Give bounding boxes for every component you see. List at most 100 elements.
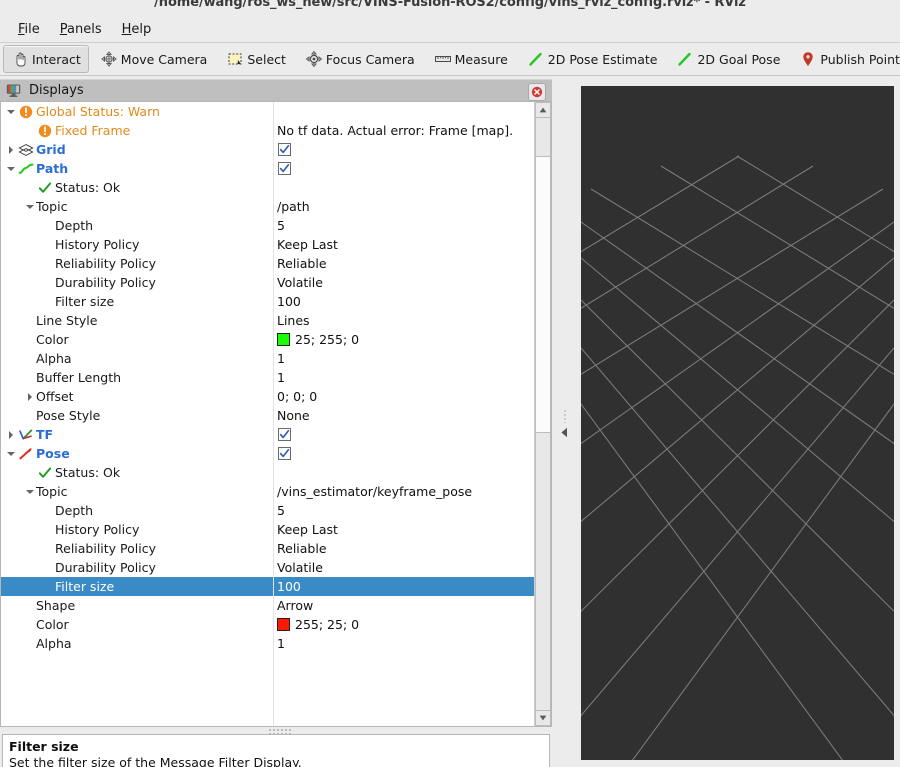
chevron-right-icon[interactable] [4,140,17,159]
tree-row[interactable]: Durability Policy Volatile [1,273,534,292]
chevron-down-icon[interactable] [4,444,17,463]
tree-row[interactable]: Buffer Length 1 [1,368,534,387]
tool-move-camera[interactable]: Move Camera [92,45,216,73]
tree-row[interactable]: Offset 0; 0; 0 [1,387,534,406]
tree-row[interactable]: Global Status: Warn [1,102,534,121]
scrollbar-track-lower[interactable] [535,433,551,710]
tree-row-value: Arrow [277,598,314,613]
tree-row-value-cell[interactable]: Reliable [273,254,534,273]
tree-row[interactable]: Color 255; 25; 0 [1,615,534,634]
tree-row[interactable]: Depth 5 [1,216,534,235]
tree-row-value-cell[interactable]: Keep Last [273,235,534,254]
tree-row[interactable]: Topic/vins_estimator/keyframe_pose [1,482,534,501]
tree-row[interactable]: Shape Arrow [1,596,534,615]
tree-row-value-cell[interactable]: 1 [273,634,534,653]
tree-row[interactable]: Status: Ok [1,178,534,197]
menu-panels[interactable]: Panels [50,20,112,39]
tree-row[interactable]: History Policy Keep Last [1,520,534,539]
chevron-right-icon[interactable] [4,425,17,444]
tree-row-value-cell[interactable]: Keep Last [273,520,534,539]
tree-row-value-cell[interactable]: 255; 25; 0 [273,615,534,634]
tree-row-value-cell[interactable] [273,102,534,121]
tree-vertical-scrollbar[interactable] [534,102,551,726]
tree-row-value-cell[interactable] [273,425,534,444]
tree-row-value-cell[interactable] [273,463,534,482]
tool-2d-goal-pose[interactable]: 2D Goal Pose [668,45,788,73]
scroll-up-button[interactable] [535,102,551,118]
tree-row[interactable]: Line Style Lines [1,311,534,330]
scrollbar-thumb[interactable] [535,156,551,433]
tool-interact[interactable]: Interact [3,45,89,73]
tree-row-value-cell[interactable]: Volatile [273,273,534,292]
tree-row-value-cell[interactable]: /path [273,197,534,216]
chevron-down-icon[interactable] [23,197,36,216]
tree-row[interactable]: Topic/path [1,197,534,216]
tree-row[interactable]: TF [1,425,534,444]
tree-row-value-cell[interactable] [273,444,534,463]
tree-row-value-cell[interactable]: 0; 0; 0 [273,387,534,406]
tree-row[interactable]: History Policy Keep Last [1,235,534,254]
tree-row-value-cell[interactable]: 25; 255; 0 [273,330,534,349]
tree-row-value-cell[interactable]: Volatile [273,558,534,577]
tree-row[interactable]: Pose Style None [1,406,534,425]
tree-row[interactable]: Color 25; 255; 0 [1,330,534,349]
tree-row-value-cell[interactable]: 100 [273,577,534,596]
color-value[interactable]: 25; 255; 0 [277,332,359,347]
tree-row[interactable]: Reliability Policy Reliable [1,254,534,273]
tree-row-value-cell[interactable]: 100 [273,292,534,311]
tree-row[interactable]: Status: Ok [1,463,534,482]
scrollbar-track-upper[interactable] [535,118,551,156]
tree-row[interactable]: Fixed Frame No tf data. Actual error: Fra… [1,121,534,140]
tree-row[interactable]: Depth 5 [1,501,534,520]
scroll-down-button[interactable] [535,710,551,726]
tree-row-value-cell[interactable] [273,178,534,197]
tree-row[interactable]: Alpha 1 [1,349,534,368]
enable-checkbox[interactable] [278,143,291,156]
tree-row-value-cell[interactable]: Arrow [273,596,534,615]
chevron-down-icon[interactable] [4,159,17,178]
displays-property-tree[interactable]: Global Status: Warn Fixed Frame No tf data… [0,101,552,727]
tree-row-value-cell[interactable]: 1 [273,368,534,387]
chevron-down-icon[interactable] [23,482,36,501]
tree-row-value-cell[interactable]: 1 [273,349,534,368]
enable-checkbox[interactable] [278,428,291,441]
menu-file[interactable]: File [8,20,50,39]
vertical-splitter-handle[interactable] [554,405,574,445]
menu-help[interactable]: Help [112,20,162,39]
close-icon[interactable] [528,83,546,101]
tree-row[interactable]: Filter size 100 [1,577,534,596]
tree-row-value-cell[interactable] [273,140,534,159]
tool-select[interactable]: Select [218,45,294,73]
tree-row-value-cell[interactable]: Reliable [273,539,534,558]
tool-2d-pose-estimate[interactable]: 2D Pose Estimate [519,45,666,73]
enable-checkbox[interactable] [278,447,291,460]
tree-column-divider[interactable] [273,102,274,726]
tree-row[interactable]: Reliability Policy Reliable [1,539,534,558]
tool-focus-camera[interactable]: Focus Camera [297,45,423,73]
enable-checkbox[interactable] [278,162,291,175]
chevron-right-icon[interactable] [23,387,36,406]
tree-row[interactable]: Path [1,159,534,178]
color-value[interactable]: 255; 25; 0 [277,617,359,632]
tree-row[interactable]: Grid [1,140,534,159]
tree-row-value-cell[interactable] [273,159,534,178]
tree-row-value-cell[interactable]: No tf data. Actual error: Frame [map]. [273,121,534,140]
tree-row-value-cell[interactable]: /vins_estimator/keyframe_pose [273,482,534,501]
tree-row-value-cell[interactable]: 5 [273,501,534,520]
3d-render-view[interactable] [581,86,894,760]
tool-publish-point[interactable]: Publish Point [791,45,900,73]
tree-row[interactable]: Alpha 1 [1,634,534,653]
tree-row[interactable]: Filter size 100 [1,292,534,311]
tree-row-value-cell[interactable]: 5 [273,216,534,235]
tree-row-value-cell[interactable]: None [273,406,534,425]
tool-measure[interactable]: Measure [426,45,516,73]
chevron-down-icon[interactable] [4,102,17,121]
tree-row-value: Keep Last [277,522,338,537]
tree-row[interactable]: Pose [1,444,534,463]
collapse-left-arrow-icon[interactable] [560,426,569,441]
tree-row[interactable]: Durability Policy Volatile [1,558,534,577]
tree-row-value-cell[interactable]: Lines [273,311,534,330]
